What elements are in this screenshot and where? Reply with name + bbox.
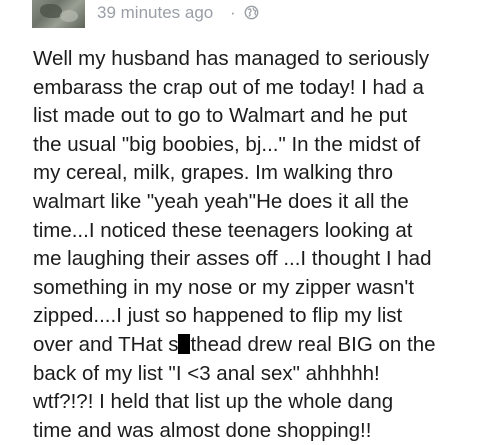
avatar[interactable] <box>32 0 85 28</box>
post-line: something in my nose or my zipper wasn't <box>33 275 415 299</box>
post-line-censored: over and THat s thead drew real BIG on th… <box>33 331 495 360</box>
post-line: embarass the crap out of me today! I had… <box>33 75 424 99</box>
censored-line-after: thead drew real BIG on the <box>190 332 436 356</box>
post-line: Well my husband has managed to seriously <box>33 47 430 70</box>
post-body: Well my husband has managed to seriously… <box>33 45 495 445</box>
censor-block <box>178 333 191 354</box>
post-line: zipped....I just so happened to flip my … <box>33 304 403 328</box>
post-line: back of my list "I <3 anal sex" ahhhhh! <box>33 361 380 385</box>
censored-line-before: over and THat s <box>33 332 179 356</box>
post-line: time...I noticed these teenagers looking… <box>33 218 413 242</box>
post-line: my cereal, milk, grapes. Im walking thro <box>33 161 394 185</box>
post-card: 39 minutes ago · Well my husband has man… <box>0 0 500 445</box>
post-line: time and was almost done shopping!! <box>33 418 372 442</box>
post-line: me laughing their asses off ...I thought… <box>33 247 432 271</box>
post-line: the usual "big boobies, bj..." In the mi… <box>33 132 421 156</box>
post-header: 39 minutes ago · <box>0 0 500 36</box>
post-line: list made out to go to Walmart and he pu… <box>33 104 408 128</box>
separator-dot: · <box>230 3 236 22</box>
post-line: wtf?!?! I held that list up the whole da… <box>33 390 394 414</box>
post-timestamp[interactable]: 39 minutes ago <box>97 2 213 24</box>
post-line: walmart like "yeah yeah"He does it all t… <box>33 189 409 213</box>
globe-icon[interactable] <box>244 5 259 20</box>
